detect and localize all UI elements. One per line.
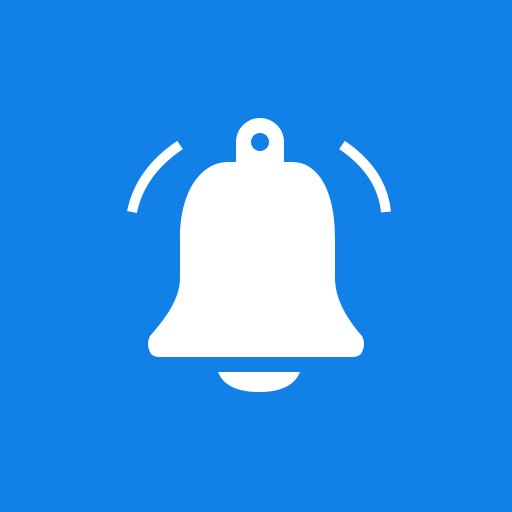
- bell-body-icon: [148, 162, 364, 357]
- bell-icon: [127, 118, 391, 392]
- notification-app-icon[interactable]: [0, 0, 512, 512]
- ring-wave-left-icon: [127, 140, 183, 214]
- ring-wave-right-icon: [339, 140, 391, 213]
- bell-loop-icon: [236, 118, 284, 168]
- bell-clapper-icon: [218, 372, 300, 392]
